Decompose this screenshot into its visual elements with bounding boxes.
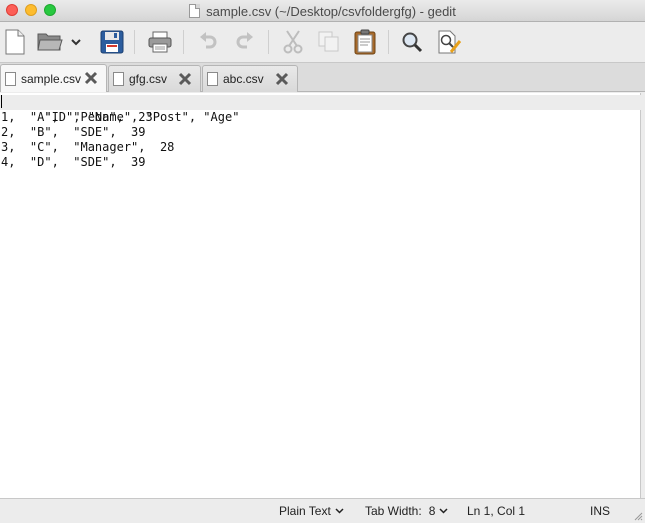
toolbar-separator <box>134 30 135 54</box>
text-editor[interactable]: "ID", "Name", "Post", "Age" 1, "A", "Peo… <box>0 93 641 498</box>
toolbar-separator <box>388 30 389 54</box>
tab-abc-csv[interactable]: abc.csv <box>202 65 298 92</box>
resize-grip-icon[interactable] <box>633 511 643 521</box>
editor-line[interactable]: 4, "D", "SDE", 39 <box>1 155 146 170</box>
tab-width-label: Tab Width: <box>365 504 422 518</box>
redo-icon <box>236 32 253 49</box>
find-replace-icon <box>438 30 461 54</box>
paste-button[interactable] <box>351 28 379 56</box>
printer-icon <box>148 31 172 53</box>
scissors-icon <box>283 30 303 54</box>
insert-mode: INS <box>590 504 611 518</box>
print-button[interactable] <box>146 28 174 56</box>
title-wrap: sample.csv (~/Desktop/csvfoldergfg) - ge… <box>0 0 645 22</box>
close-tab-icon[interactable] <box>84 71 98 85</box>
open-recent-button[interactable] <box>66 28 86 56</box>
clipboard-icon <box>354 29 376 55</box>
editor-line[interactable]: 2, "B", "SDE", 39 <box>1 125 146 140</box>
toolbar-separator <box>183 30 184 54</box>
magnifier-icon <box>402 32 423 53</box>
chevron-down-icon <box>439 508 448 514</box>
tab-label: abc.csv <box>223 72 264 86</box>
close-tab-icon[interactable] <box>275 72 289 86</box>
editor-line[interactable]: 3, "C", "Manager", 28 <box>1 140 174 155</box>
document-icon <box>189 4 201 18</box>
undo-button[interactable] <box>195 28 223 56</box>
language-selector[interactable]: Plain Text <box>279 504 344 518</box>
chevron-down-icon <box>335 508 344 514</box>
copy-icon <box>318 31 339 52</box>
new-document-icon <box>5 29 25 55</box>
save-button[interactable] <box>98 28 126 56</box>
floppy-disk-icon <box>100 30 124 54</box>
tab-label: gfg.csv <box>129 72 168 86</box>
cursor-position: Ln 1, Col 1 <box>467 504 526 518</box>
tab-bar: sample.csv gfg.csv abc.csv <box>0 62 645 92</box>
tab-gfg-csv[interactable]: gfg.csv <box>108 65 201 92</box>
copy-button[interactable] <box>315 28 343 56</box>
tab-sample-csv[interactable]: sample.csv <box>0 64 107 92</box>
title-bar: sample.csv (~/Desktop/csvfoldergfg) - ge… <box>0 0 645 22</box>
editor-line[interactable]: 1, "A", "Peon", 23 <box>1 110 153 125</box>
new-document-button[interactable] <box>1 28 29 56</box>
document-icon <box>113 72 124 86</box>
tab-width-selector[interactable]: Tab Width: 8 <box>365 504 448 518</box>
tab-label: sample.csv <box>21 71 82 86</box>
status-bar: Plain Text Tab Width: 8 Ln 1, Col 1 INS <box>0 498 645 523</box>
replace-button[interactable] <box>435 28 463 56</box>
find-button[interactable] <box>398 28 426 56</box>
chevron-down-icon <box>71 38 81 45</box>
close-tab-icon[interactable] <box>178 72 192 86</box>
language-label: Plain Text <box>279 504 331 518</box>
undo-icon <box>200 32 217 49</box>
toolbar <box>0 22 645 62</box>
document-icon <box>207 72 218 86</box>
redo-button[interactable] <box>230 28 258 56</box>
text-cursor <box>1 95 2 108</box>
open-button[interactable] <box>36 28 64 56</box>
window-title: sample.csv (~/Desktop/csvfoldergfg) - ge… <box>206 3 456 19</box>
cut-button[interactable] <box>279 28 307 56</box>
document-icon <box>5 71 16 86</box>
gedit-window: sample.csv (~/Desktop/csvfoldergfg) - ge… <box>0 0 645 523</box>
tab-width-value: 8 <box>428 504 436 518</box>
folder-open-icon <box>37 33 63 51</box>
toolbar-separator <box>268 30 269 54</box>
editor-line-current[interactable]: "ID", "Name", "Post", "Age" <box>0 95 641 124</box>
